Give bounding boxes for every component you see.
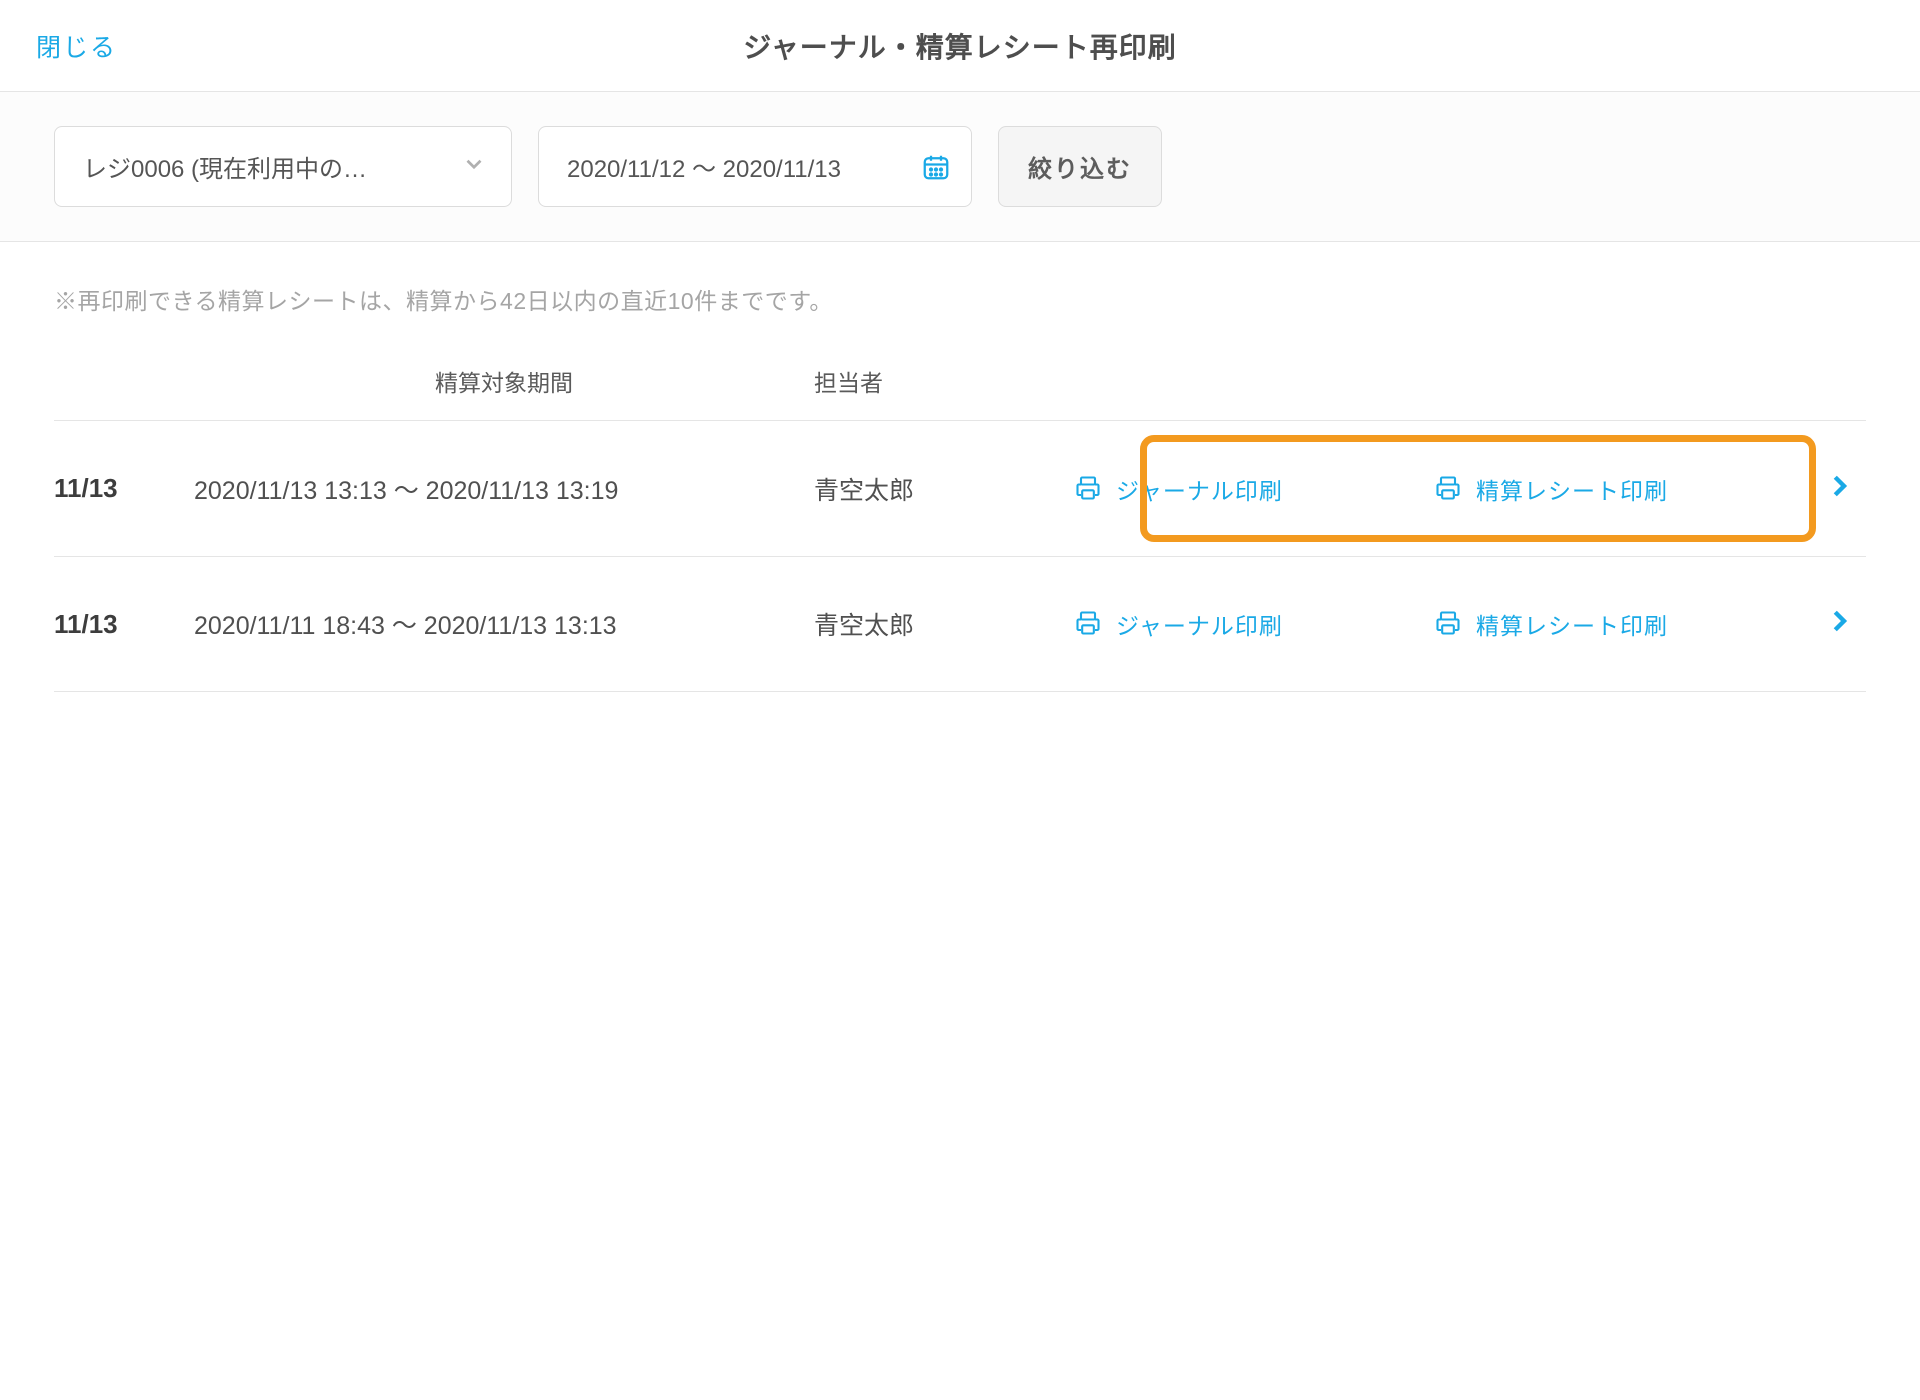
column-person: 担当者 [814,364,1074,398]
journal-print-button[interactable]: ジャーナル印刷 [1074,472,1283,506]
close-button[interactable]: 閉じる [36,28,117,64]
receipt-print-label: 精算レシート印刷 [1476,607,1668,641]
journal-print-button[interactable]: ジャーナル印刷 [1074,607,1283,641]
printer-icon [1434,474,1464,504]
cell-date: 11/13 [54,609,194,640]
filter-button[interactable]: 絞り込む [998,126,1162,207]
calendar-icon [921,152,951,182]
cell-date: 11/13 [54,473,194,504]
note-text: ※再印刷できる精算レシートは、精算から42日以内の直近10件までです。 [0,242,1920,342]
cell-period: 2020/11/11 18:43 〜 2020/11/13 13:13 [194,606,814,642]
header: 閉じる ジャーナル・精算レシート再印刷 [0,0,1920,92]
chevron-right-icon[interactable] [1794,468,1854,510]
cell-person: 青空太郎 [814,606,1074,642]
printer-icon [1434,609,1464,639]
chevron-down-icon [461,151,487,183]
printer-icon [1074,474,1104,504]
receipt-print-button[interactable]: 精算レシート印刷 [1434,472,1668,506]
journal-print-label: ジャーナル印刷 [1116,472,1283,506]
receipt-table: 精算対象期間 担当者 11/13 2020/11/13 13:13 〜 2020… [0,342,1920,692]
cell-person: 青空太郎 [814,471,1074,507]
table-header: 精算対象期間 担当者 [54,342,1866,420]
register-select[interactable]: レジ0006 (現在利用中の… [54,126,512,207]
date-range-input[interactable]: 2020/11/12 〜 2020/11/13 [538,126,972,207]
journal-print-label: ジャーナル印刷 [1116,607,1283,641]
printer-icon [1074,609,1104,639]
table-row: 11/13 2020/11/11 18:43 〜 2020/11/13 13:1… [54,556,1866,692]
cell-period: 2020/11/13 13:13 〜 2020/11/13 13:19 [194,471,814,507]
table-row: 11/13 2020/11/13 13:13 〜 2020/11/13 13:1… [54,420,1866,556]
filter-bar: レジ0006 (現在利用中の… 2020/11/12 〜 2020/11/13 … [0,92,1920,242]
register-select-value: レジ0006 (現在利用中の… [83,149,367,184]
chevron-right-icon[interactable] [1794,603,1854,645]
receipt-print-button[interactable]: 精算レシート印刷 [1434,607,1668,641]
receipt-print-label: 精算レシート印刷 [1476,472,1668,506]
column-period: 精算対象期間 [194,364,814,398]
date-range-value: 2020/11/12 〜 2020/11/13 [567,149,841,184]
page-title: ジャーナル・精算レシート再印刷 [743,26,1177,66]
